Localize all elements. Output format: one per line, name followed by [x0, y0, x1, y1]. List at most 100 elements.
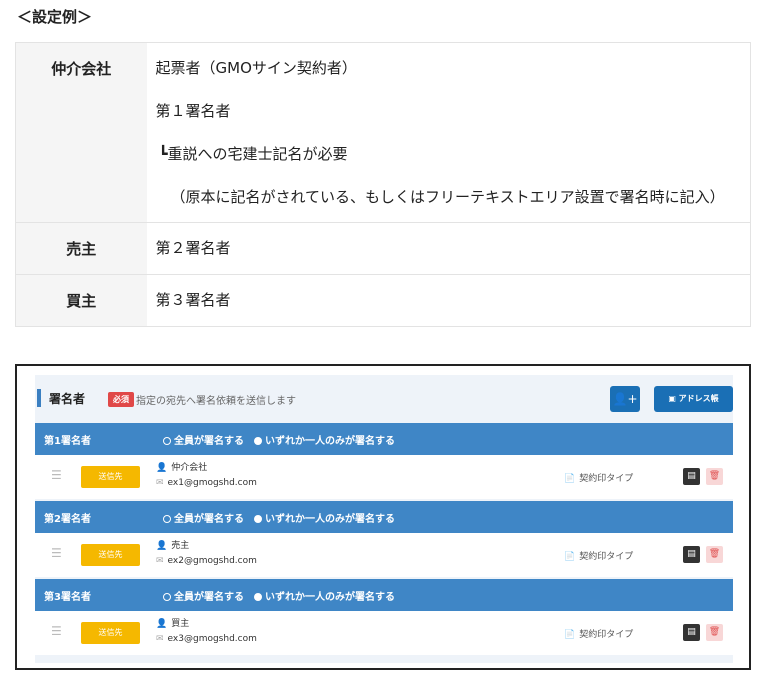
- signer-name: 👤 買主: [156, 616, 189, 629]
- address-book-label: アドレス帳: [678, 394, 719, 403]
- signer-row: ☰ 送信先 👤 仲介会社 ✉ ex1@gmogshd.com 📄 契約印タイプ ▤ 🗑: [35, 455, 733, 499]
- stamp-type-label: 契約印タイプ: [579, 552, 634, 562]
- group-name: 第1署名者: [44, 436, 91, 447]
- group-header: 第1署名者 全員が署名する いずれか一人のみが署名する: [35, 423, 733, 455]
- document-icon: 📄: [564, 552, 576, 562]
- file-icon: ▤: [687, 549, 696, 559]
- row-label: 買主: [15, 274, 147, 327]
- option-all-radio[interactable]: 全員が署名する: [163, 432, 244, 447]
- trash-icon: 🗑: [708, 471, 721, 481]
- option-all-radio[interactable]: 全員が署名する: [163, 510, 244, 525]
- option-label: いずれか一人のみが署名する: [265, 514, 395, 525]
- radio-icon: [163, 593, 171, 601]
- value-line: ┗重説への宅建士記名が必要: [158, 145, 348, 163]
- signer-email: ✉ ex1@gmogshd.com: [156, 478, 257, 488]
- delete-button[interactable]: 🗑: [706, 468, 723, 485]
- trash-icon: 🗑: [708, 627, 721, 637]
- panel-description: 指定の宛先へ署名依頼を送信します: [136, 396, 296, 407]
- document-button[interactable]: ▤: [683, 468, 700, 485]
- option-any-radio[interactable]: いずれか一人のみが署名する: [254, 510, 395, 525]
- option-any-radio[interactable]: いずれか一人のみが署名する: [254, 588, 395, 603]
- trash-icon: 🗑: [708, 549, 721, 559]
- option-label: いずれか一人のみが署名する: [265, 592, 395, 603]
- radio-selected-icon: [254, 515, 262, 523]
- signer-group: 第2署名者 全員が署名する いずれか一人のみが署名する ☰ 送信先 👤 売主 ✉ e…: [35, 501, 733, 577]
- radio-selected-icon: [254, 437, 262, 445]
- signer-email: ✉ ex2@gmogshd.com: [156, 556, 257, 566]
- group-header: 第2署名者 全員が署名する いずれか一人のみが署名する: [35, 501, 733, 533]
- option-label: 全員が署名する: [174, 514, 244, 525]
- signer-group: 第3署名者 全員が署名する いずれか一人のみが署名する ☰ 送信先 👤 買主 ✉ e…: [35, 579, 733, 655]
- row-value: 第３署名者: [146, 274, 751, 327]
- document-button[interactable]: ▤: [683, 624, 700, 641]
- mail-icon: ✉: [156, 556, 164, 566]
- signer-panel-header: 署名者 必須 指定の宛先へ署名依頼を送信します 👤+ ▣ アドレス帳: [35, 375, 733, 423]
- signer-name-text: 売主: [171, 541, 190, 551]
- radio-icon: [163, 515, 171, 523]
- signer-name-text: 買主: [171, 619, 190, 629]
- stamp-type-selector[interactable]: 📄 契約印タイプ: [564, 627, 633, 640]
- row-value: 起票者（GMOサイン契約者） 第１署名者 ┗重説への宅建士記名が必要 （原本に記…: [146, 42, 751, 223]
- send-to-button[interactable]: 送信先: [81, 544, 140, 566]
- address-book-button[interactable]: ▣ アドレス帳: [654, 386, 733, 412]
- signer-row: ☰ 送信先 👤 買主 ✉ ex3@gmogshd.com 📄 契約印タイプ ▤ 🗑: [35, 611, 733, 655]
- user-icon: 👤: [156, 541, 168, 551]
- mail-icon: ✉: [156, 478, 164, 488]
- option-label: いずれか一人のみが署名する: [265, 436, 395, 447]
- user-icon: 👤: [156, 619, 168, 629]
- required-badge: 必須: [108, 392, 134, 407]
- signer-email: ✉ ex3@gmogshd.com: [156, 634, 257, 644]
- value-line: 第１署名者: [155, 102, 231, 120]
- table-row: 買主 第３署名者: [15, 274, 751, 327]
- signer-name: 👤 売主: [156, 538, 189, 551]
- send-to-button[interactable]: 送信先: [81, 622, 140, 644]
- document-icon: 📄: [564, 630, 576, 640]
- add-signer-button[interactable]: 👤+: [610, 386, 640, 412]
- document-icon: 📄: [564, 474, 576, 484]
- radio-icon: [163, 437, 171, 445]
- table-row: 売主 第２署名者: [15, 222, 751, 275]
- table-row: 仲介会社 起票者（GMOサイン契約者） 第１署名者 ┗重説への宅建士記名が必要 …: [15, 42, 751, 223]
- mail-icon: ✉: [156, 634, 164, 644]
- file-icon: ▤: [687, 471, 696, 481]
- option-label: 全員が署名する: [174, 592, 244, 603]
- value-line: 第２署名者: [155, 239, 231, 257]
- group-name: 第2署名者: [44, 514, 91, 525]
- address-book-icon: ▣: [668, 394, 679, 403]
- stamp-type-label: 契約印タイプ: [579, 474, 634, 484]
- stamp-type-selector[interactable]: 📄 契約印タイプ: [564, 471, 633, 484]
- value-line: 起票者（GMOサイン契約者）: [155, 59, 357, 77]
- stamp-type-label: 契約印タイプ: [579, 630, 634, 640]
- accent-bar: [37, 389, 41, 407]
- send-to-button[interactable]: 送信先: [81, 466, 140, 488]
- page-heading: ＜設定例＞: [17, 8, 93, 26]
- drag-handle-icon[interactable]: ☰: [51, 468, 62, 482]
- option-any-radio[interactable]: いずれか一人のみが署名する: [254, 432, 395, 447]
- user-icon: 👤: [156, 463, 168, 473]
- signer-email-text: ex2@gmogshd.com: [167, 556, 257, 566]
- stamp-type-selector[interactable]: 📄 契約印タイプ: [564, 549, 633, 562]
- delete-button[interactable]: 🗑: [706, 546, 723, 563]
- value-line: 第３署名者: [155, 291, 231, 309]
- group-name: 第3署名者: [44, 592, 91, 603]
- signer-name-text: 仲介会社: [171, 463, 208, 473]
- signer-panel: 署名者 必須 指定の宛先へ署名依頼を送信します 👤+ ▣ アドレス帳 第1署名者…: [35, 375, 733, 663]
- option-label: 全員が署名する: [174, 436, 244, 447]
- panel-title: 署名者: [49, 392, 86, 406]
- delete-button[interactable]: 🗑: [706, 624, 723, 641]
- group-header: 第3署名者 全員が署名する いずれか一人のみが署名する: [35, 579, 733, 611]
- file-icon: ▤: [687, 627, 696, 637]
- row-value: 第２署名者: [146, 222, 751, 275]
- drag-handle-icon[interactable]: ☰: [51, 546, 62, 560]
- row-label: 仲介会社: [15, 42, 147, 223]
- value-line: （原本に記名がされている、もしくはフリーテキストエリア設置で署名時に記入）: [170, 188, 725, 206]
- signer-name: 👤 仲介会社: [156, 460, 207, 473]
- document-button[interactable]: ▤: [683, 546, 700, 563]
- signer-group: 第1署名者 全員が署名する いずれか一人のみが署名する ☰ 送信先 👤 仲介会社 …: [35, 423, 733, 499]
- signer-email-text: ex1@gmogshd.com: [167, 478, 257, 488]
- drag-handle-icon[interactable]: ☰: [51, 624, 62, 638]
- option-all-radio[interactable]: 全員が署名する: [163, 588, 244, 603]
- add-user-icon: 👤+: [612, 392, 638, 406]
- signer-panel-screenshot: 署名者 必須 指定の宛先へ署名依頼を送信します 👤+ ▣ アドレス帳 第1署名者…: [15, 364, 751, 670]
- signer-email-text: ex3@gmogshd.com: [167, 634, 257, 644]
